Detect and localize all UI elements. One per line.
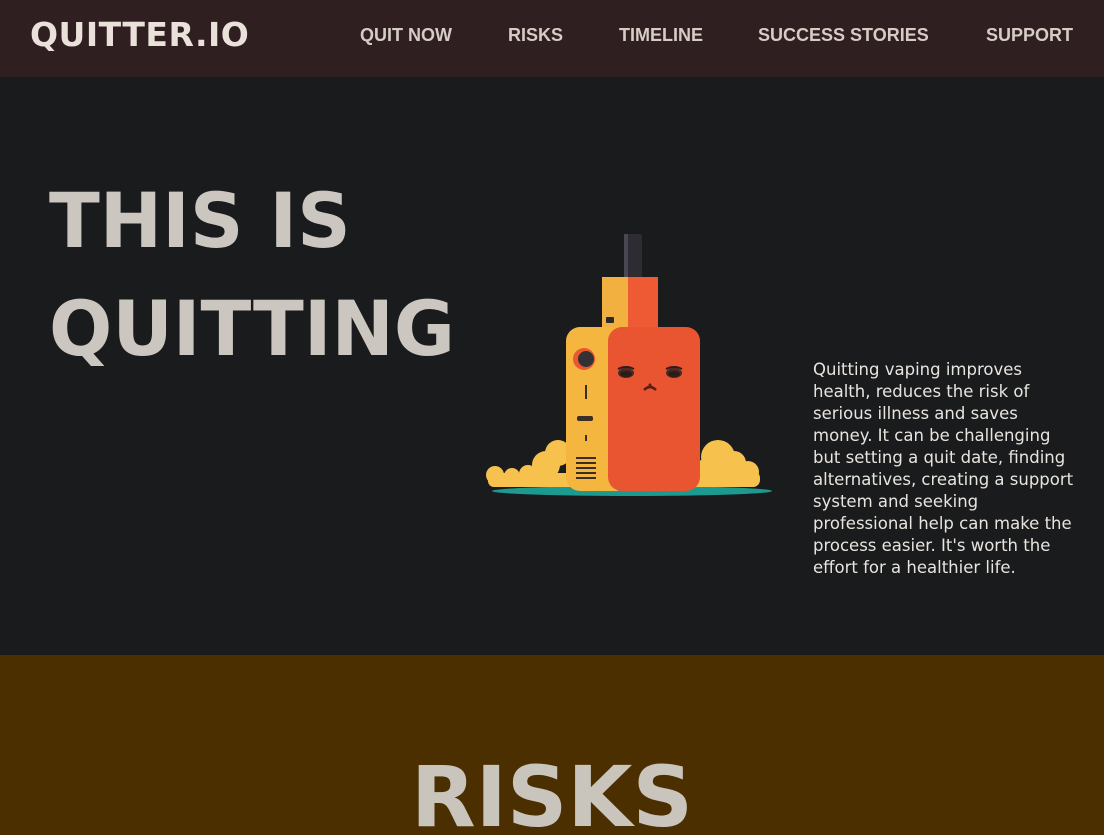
nav-link-risks[interactable]: RISKS bbox=[508, 24, 563, 46]
brand-logo[interactable]: QUITTER.IO bbox=[30, 13, 249, 57]
hero-title-line-1: THIS IS bbox=[49, 176, 351, 265]
risks-heading: RISKS bbox=[410, 748, 694, 835]
sad-vape-device-icon bbox=[486, 234, 772, 496]
top-navigation-bar: QUITTER.IO QUIT NOW RISKS TIMELINE SUCCE… bbox=[0, 0, 1104, 77]
hero-title: THIS IS QUITTING bbox=[49, 167, 455, 383]
nav-link-support[interactable]: SUPPORT bbox=[986, 24, 1073, 46]
hero-title-line-2: QUITTING bbox=[49, 284, 456, 373]
nav-link-timeline[interactable]: TIMELINE bbox=[619, 24, 703, 46]
nav-link-quit-now[interactable]: QUIT NOW bbox=[360, 24, 452, 46]
hero-description: Quitting vaping improves health, reduces… bbox=[813, 360, 1074, 577]
risks-section: RISKS bbox=[0, 655, 1104, 835]
nav-link-success-stories[interactable]: SUCCESS STORIES bbox=[758, 24, 929, 46]
hero-section: THIS IS QUITTING Quitting vaping improve… bbox=[0, 77, 1104, 655]
